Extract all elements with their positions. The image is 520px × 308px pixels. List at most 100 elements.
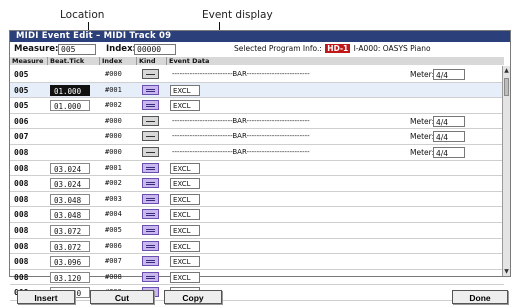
exclusive-event-icon [142,162,159,173]
callout-location: Location [60,9,105,21]
row-measure: 008 [14,194,29,204]
row-beat-tick-field[interactable]: 03.024 [50,162,90,174]
row-measure: 005 [14,85,29,95]
row-bar-line: ------------------------BAR-------------… [172,132,310,141]
measure-field[interactable]: 005 [58,44,96,55]
row-index: #000 [105,132,122,141]
copy-button[interactable]: Copy [164,290,222,304]
table-row[interactable]: 008 03.072 #006 EXCL [10,239,504,255]
row-measure: 005 [14,101,29,111]
row-index: #005 [105,225,122,234]
row-measure: 008 [14,147,29,157]
row-event-data[interactable]: EXCL [170,256,200,268]
row-beat-tick-field[interactable]: 01.000 [50,100,90,112]
row-index: #004 [105,210,122,219]
row-beat-tick-field[interactable]: 03.120 [50,271,90,283]
table-row[interactable]: 008 03.072 #005 EXCL [10,223,504,239]
row-event-data[interactable]: EXCL [170,100,200,112]
meter-label: Meter: [410,70,435,79]
insert-button[interactable]: Insert [17,290,75,304]
col-beat-tick: Beat.Tick [48,57,100,65]
program-info: Selected Program Info.: HD-1 I-A000: OAS… [234,43,431,55]
table-row[interactable]: 006 #000 ------------------------BAR------… [10,114,504,130]
row-measure: 006 [14,116,29,126]
row-measure: 008 [14,225,29,235]
meter-field[interactable]: 4/4 [433,131,465,143]
program-info-label: Selected Program Info.: [234,44,322,53]
row-event-data[interactable]: EXCL [170,240,200,252]
row-beat-tick-field [50,131,90,142]
row-beat-tick-field[interactable]: 03.048 [50,193,90,205]
row-beat-tick-field[interactable]: 03.024 [50,178,90,190]
row-event-data[interactable]: EXCL [170,84,200,96]
done-button[interactable]: Done [452,290,508,304]
meter-field[interactable]: 4/4 [433,69,465,80]
col-kind: Kind [137,57,167,65]
exclusive-event-icon [142,178,159,189]
window-title: MIDI Event Edit – MIDI Track 09 [10,31,510,42]
table-row[interactable]: 008 #000 ------------------------BAR------… [10,145,504,161]
triangle-down-icon[interactable]: ▼ [503,267,510,276]
row-event-data[interactable]: EXCL [170,178,200,190]
exclusive-event-icon [142,256,159,267]
row-beat-tick-field [50,116,90,127]
meter-field[interactable]: 4/4 [433,146,465,158]
bank-badge: HD-1 [325,44,351,53]
row-bar-line: ------------------------BAR-------------… [172,147,310,156]
row-beat-tick-field[interactable]: 03.072 [50,224,90,236]
meter-label: Meter: [410,147,435,157]
row-measure: 007 [14,132,29,142]
table-row[interactable]: 008 03.048 #004 EXCL [10,207,504,223]
event-list: 005 #000 ------------------------BAR------… [10,67,504,301]
row-index: #008 [105,272,122,281]
table-row[interactable]: 008 03.048 #003 EXCL [10,192,504,208]
index-field[interactable]: 00000 [134,44,176,55]
row-measure: 008 [14,163,29,173]
bar-event-icon [142,69,159,79]
row-event-data[interactable]: EXCL [170,193,200,205]
table-row[interactable]: 00803.120#009EXCL [10,285,504,301]
row-beat-tick-field [50,69,90,80]
table-row[interactable]: 007 #000 ------------------------BAR------… [10,129,504,145]
row-beat-tick-field[interactable]: 03.096 [50,256,90,268]
exclusive-event-icon [142,209,159,220]
row-index: #003 [105,194,122,203]
cut-button[interactable]: Cut [90,290,154,304]
header-info: Measure: 005 Index: 00000 Selected Progr… [10,43,510,55]
table-header: Measure Beat.Tick Index Kind Event Data [10,57,504,66]
row-bar-line: ------------------------BAR-------------… [172,70,310,78]
col-measure: Measure [10,57,48,65]
measure-label: Measure: [14,44,59,54]
exclusive-event-icon [142,224,159,235]
row-index: #006 [105,241,122,250]
row-index: #000 [105,147,122,156]
table-row[interactable]: 008 03.120 #008 EXCL [10,270,504,286]
table-row[interactable]: 005 #000 ------------------------BAR------… [10,67,504,83]
scrollbar[interactable]: ▲ ▼ [502,66,510,276]
row-event-data[interactable]: EXCL [170,162,200,174]
table-row[interactable]: 008 03.096 #007 EXCL [10,254,504,270]
row-index: #001 [105,163,122,172]
row-beat-tick-field[interactable]: 03.048 [50,209,90,221]
row-event-data[interactable]: EXCL [170,271,200,283]
row-beat-tick-field[interactable]: 03.072 [50,240,90,252]
row-event-data[interactable]: EXCL [170,224,200,236]
bar-event-icon [142,131,159,142]
table-row[interactable]: 008 03.024 #001 EXCL [10,161,504,177]
exclusive-event-icon [142,193,159,204]
triangle-up-icon[interactable]: ▲ [503,66,510,75]
row-event-data[interactable]: EXCL [170,209,200,221]
row-bar-line: ------------------------BAR-------------… [172,116,310,125]
row-beat-tick-field [50,147,90,158]
table-row[interactable]: 005 01.000 #002 EXCL [10,98,504,114]
exclusive-event-icon [142,100,159,111]
row-measure: 008 [14,241,29,251]
row-beat-tick-field[interactable]: 01.000 [50,84,90,96]
row-measure: 008 [14,210,29,220]
table-row[interactable]: 008 03.024 #002 EXCL [10,176,504,192]
scrollbar-thumb[interactable] [504,78,509,96]
meter-label: Meter: [410,132,435,142]
table-row[interactable]: 005 01.000 #001 EXCL [10,82,504,99]
meter-field[interactable]: 4/4 [433,115,465,127]
col-event-data: Event Data [167,57,504,65]
